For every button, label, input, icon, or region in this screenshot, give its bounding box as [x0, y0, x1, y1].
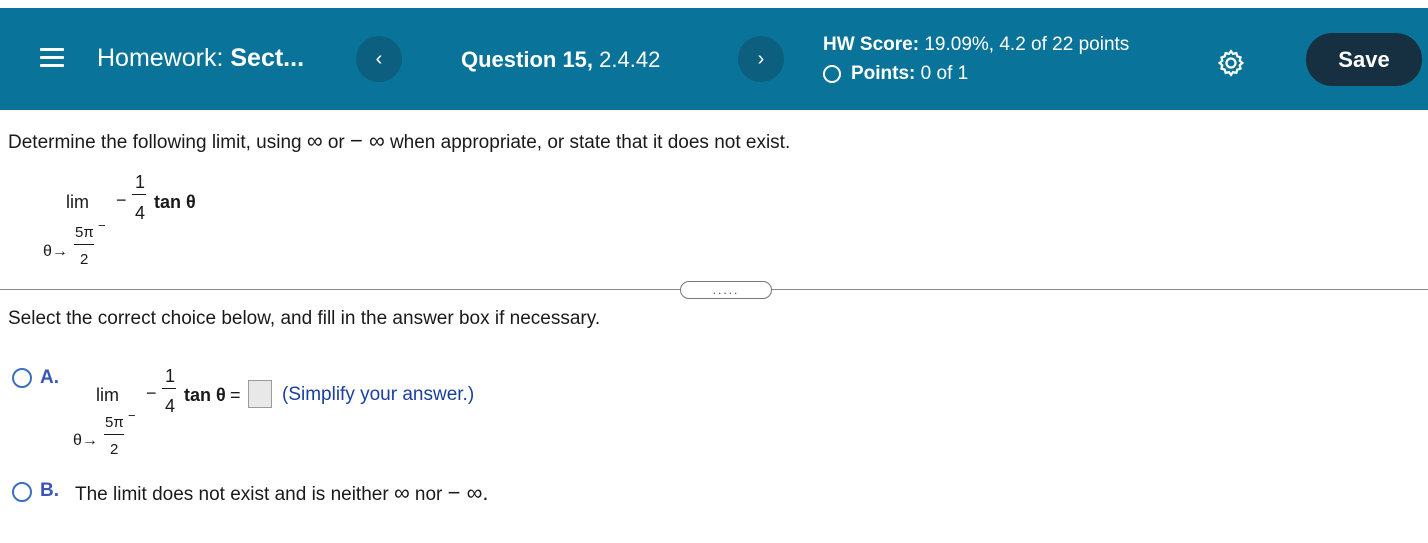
option-b-radio[interactable] [12, 482, 32, 502]
previous-question-button[interactable]: ‹ [356, 36, 402, 82]
save-button[interactable]: Save [1306, 33, 1422, 86]
next-question-button[interactable]: › [738, 36, 784, 82]
answer-input[interactable] [248, 380, 272, 408]
gear-icon[interactable] [1216, 48, 1246, 78]
question-prompt: Determine the following limit, using ∞ o… [8, 128, 791, 153]
circle-icon [823, 65, 841, 83]
select-prompt: Select the correct choice below, and fil… [8, 308, 601, 329]
question-title: Question 15, 2.4.42 [461, 47, 661, 72]
chevron-left-icon: ‹ [375, 47, 383, 70]
top-strip [0, 0, 1428, 8]
option-b-label: B. [40, 480, 59, 501]
question-points: Points: 0 of 1 [823, 63, 968, 85]
header-bar: Homework: Sect... ‹ Question 15, 2.4.42 … [0, 8, 1428, 110]
chevron-right-icon: › [757, 47, 765, 70]
menu-icon[interactable] [40, 48, 64, 68]
option-a-radio[interactable] [12, 368, 32, 388]
hw-score: HW Score: 19.09%, 4.2 of 22 points [823, 34, 1130, 55]
homework-title: Homework: Sect... [97, 44, 305, 72]
option-a-label: A. [40, 367, 59, 388]
simplify-hint: (Simplify your answer.) [282, 384, 475, 405]
option-b-text: The limit does not exist and is neither … [75, 480, 489, 505]
expand-button[interactable]: ..... [680, 281, 772, 299]
